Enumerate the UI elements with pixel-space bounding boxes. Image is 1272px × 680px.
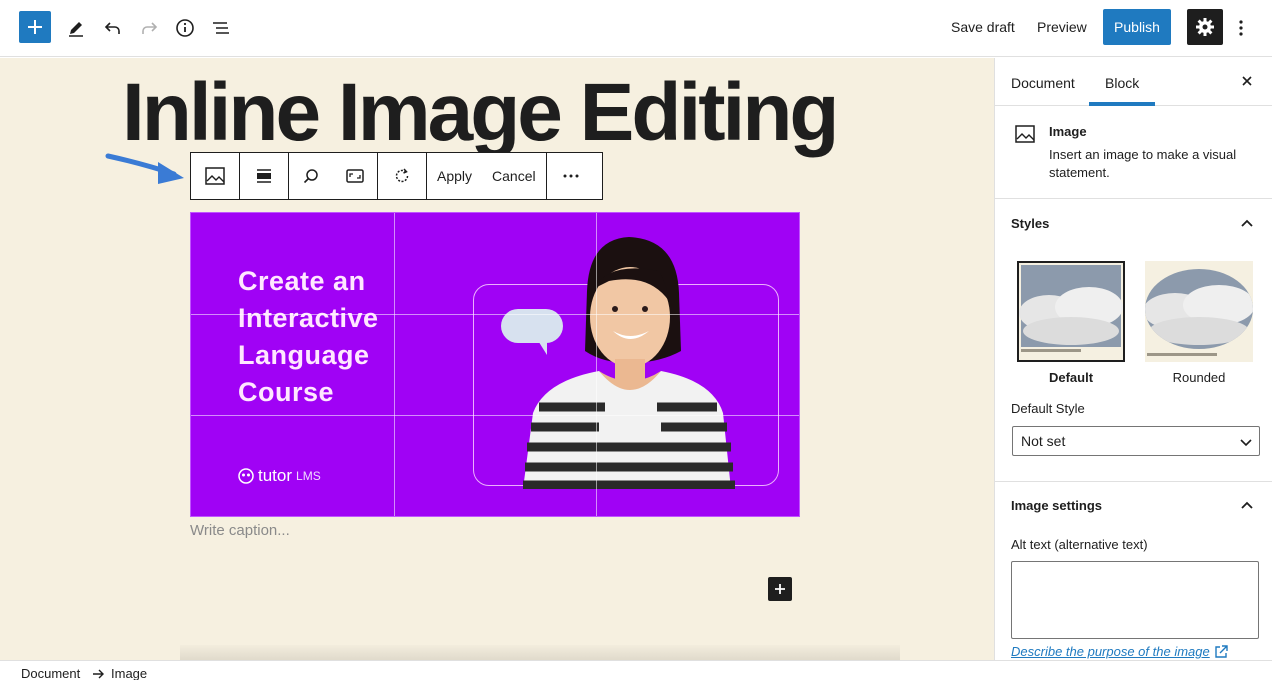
gear-icon (1196, 18, 1214, 36)
crop-grid-line (596, 213, 597, 516)
add-block-button[interactable] (19, 11, 51, 43)
cancel-button[interactable]: Cancel (482, 153, 546, 199)
image-settings-panel-header[interactable]: Image settings (995, 482, 1272, 530)
aspect-ratio-button[interactable] (333, 153, 377, 199)
editor-canvas: Inline Image Editing Apply Cancel Create… (0, 58, 994, 660)
image-block-toolbar: Apply Cancel (190, 152, 603, 200)
block-type-group (191, 153, 240, 199)
settings-sidebar: Document Block Image Insert an image to … (994, 58, 1272, 660)
clouds-rounded-thumbnail (1145, 269, 1253, 356)
apply-button[interactable]: Apply (427, 153, 482, 199)
tools-button[interactable] (60, 12, 92, 44)
more-vertical-icon (1239, 20, 1243, 36)
alt-text-label: Alt text (alternative text) (1011, 537, 1148, 552)
more-horizontal-icon (563, 174, 579, 178)
block-card-description: Insert an image to make a visual stateme… (1049, 147, 1237, 180)
save-draft-button[interactable]: Save draft (951, 19, 1015, 35)
pencil-icon (69, 22, 83, 37)
crop-actions-group: Apply Cancel (427, 153, 547, 199)
styles-panel-title: Styles (1011, 216, 1050, 231)
image-headline: Create an Interactive Language Course (238, 263, 379, 411)
chevron-up-icon (1241, 219, 1253, 227)
style-label-default: Default (1048, 370, 1094, 385)
style-label-rounded: Rounded (1172, 370, 1226, 385)
chevron-up-icon (1241, 501, 1253, 509)
owl-logo-icon (238, 468, 254, 484)
image-icon (1015, 125, 1035, 143)
headline-line: Interactive (238, 303, 379, 333)
faded-content (180, 645, 900, 660)
publish-button[interactable]: Publish (1103, 9, 1171, 45)
plus-icon (775, 584, 785, 594)
headline-line: Create an (238, 266, 366, 296)
search-icon (303, 169, 318, 184)
describe-purpose-link[interactable]: Describe the purpose of the image (1011, 644, 1228, 659)
caption-input[interactable]: Write caption... (190, 522, 290, 539)
editor-top-toolbar: Save draft Preview Publish (0, 0, 1272, 57)
align-button[interactable] (240, 153, 288, 199)
block-type-button[interactable] (191, 153, 239, 199)
headline-line: Language (238, 340, 370, 370)
breadcrumb-item-document[interactable]: Document (21, 666, 80, 680)
tab-block[interactable]: Block (1105, 75, 1139, 91)
close-icon[interactable] (1239, 73, 1255, 89)
styles-panel-header[interactable]: Styles (995, 200, 1272, 248)
style-option-default[interactable] (1017, 261, 1125, 362)
rotate-button[interactable] (378, 153, 426, 199)
external-link-icon (1215, 644, 1228, 658)
clouds-thumbnail (1019, 265, 1123, 352)
woman-photo (523, 237, 735, 489)
list-view-button[interactable] (205, 12, 237, 44)
alt-text-field[interactable] (1011, 561, 1259, 639)
tab-document[interactable]: Document (1011, 75, 1075, 91)
settings-button[interactable] (1187, 9, 1223, 45)
default-style-value: Not set (1021, 433, 1066, 449)
undo-icon (104, 22, 120, 34)
default-style-select[interactable]: Not set (1012, 426, 1260, 456)
align-group (240, 153, 289, 199)
preview-button[interactable]: Preview (1037, 19, 1087, 35)
block-card: Image Insert an image to make a visual s… (995, 107, 1272, 199)
undo-button[interactable] (97, 12, 129, 44)
aspect-ratio-icon (346, 169, 364, 183)
block-breadcrumb: Document Image (0, 660, 1272, 680)
pointer-arrow-icon (105, 153, 184, 184)
block-card-title: Image (1049, 124, 1087, 139)
image-crop-area[interactable]: Create an Interactive Language Course tu… (190, 212, 800, 517)
block-more-options-button[interactable] (547, 153, 595, 199)
details-button[interactable] (169, 12, 201, 44)
crop-tools-group (289, 153, 378, 199)
image-settings-title: Image settings (1011, 498, 1103, 513)
headline-line: Course (238, 377, 335, 407)
post-title[interactable]: Inline Image Editing (122, 72, 840, 154)
inline-add-block-button[interactable] (768, 577, 792, 601)
crop-grid-line (191, 314, 799, 315)
default-style-label: Default Style (1011, 401, 1085, 416)
info-icon (176, 19, 194, 37)
crop-grid-line (191, 415, 799, 416)
rotate-group (378, 153, 427, 199)
breadcrumb-item-image[interactable]: Image (111, 666, 147, 680)
rotate-icon (395, 168, 409, 183)
logo-suffix: LMS (296, 469, 321, 483)
tutor-lms-logo: tutor LMS (238, 466, 321, 486)
more-group (547, 153, 595, 199)
more-options-button[interactable] (1232, 12, 1250, 44)
style-option-rounded[interactable] (1145, 261, 1253, 362)
sidebar-tabs: Document Block (995, 58, 1272, 106)
active-tab-indicator (1089, 102, 1155, 106)
zoom-button[interactable] (289, 153, 333, 199)
image-icon (205, 167, 225, 185)
arrow-right-icon (93, 669, 104, 679)
plus-icon (28, 20, 42, 34)
align-center-icon (257, 169, 271, 183)
describe-purpose-link-text: Describe the purpose of the image (1011, 644, 1210, 659)
crop-grid-line (394, 213, 395, 516)
list-view-icon (213, 22, 229, 34)
redo-button[interactable] (133, 12, 165, 44)
redo-icon (142, 22, 158, 34)
chevron-down-icon (1240, 439, 1252, 447)
logo-text: tutor (258, 466, 293, 485)
